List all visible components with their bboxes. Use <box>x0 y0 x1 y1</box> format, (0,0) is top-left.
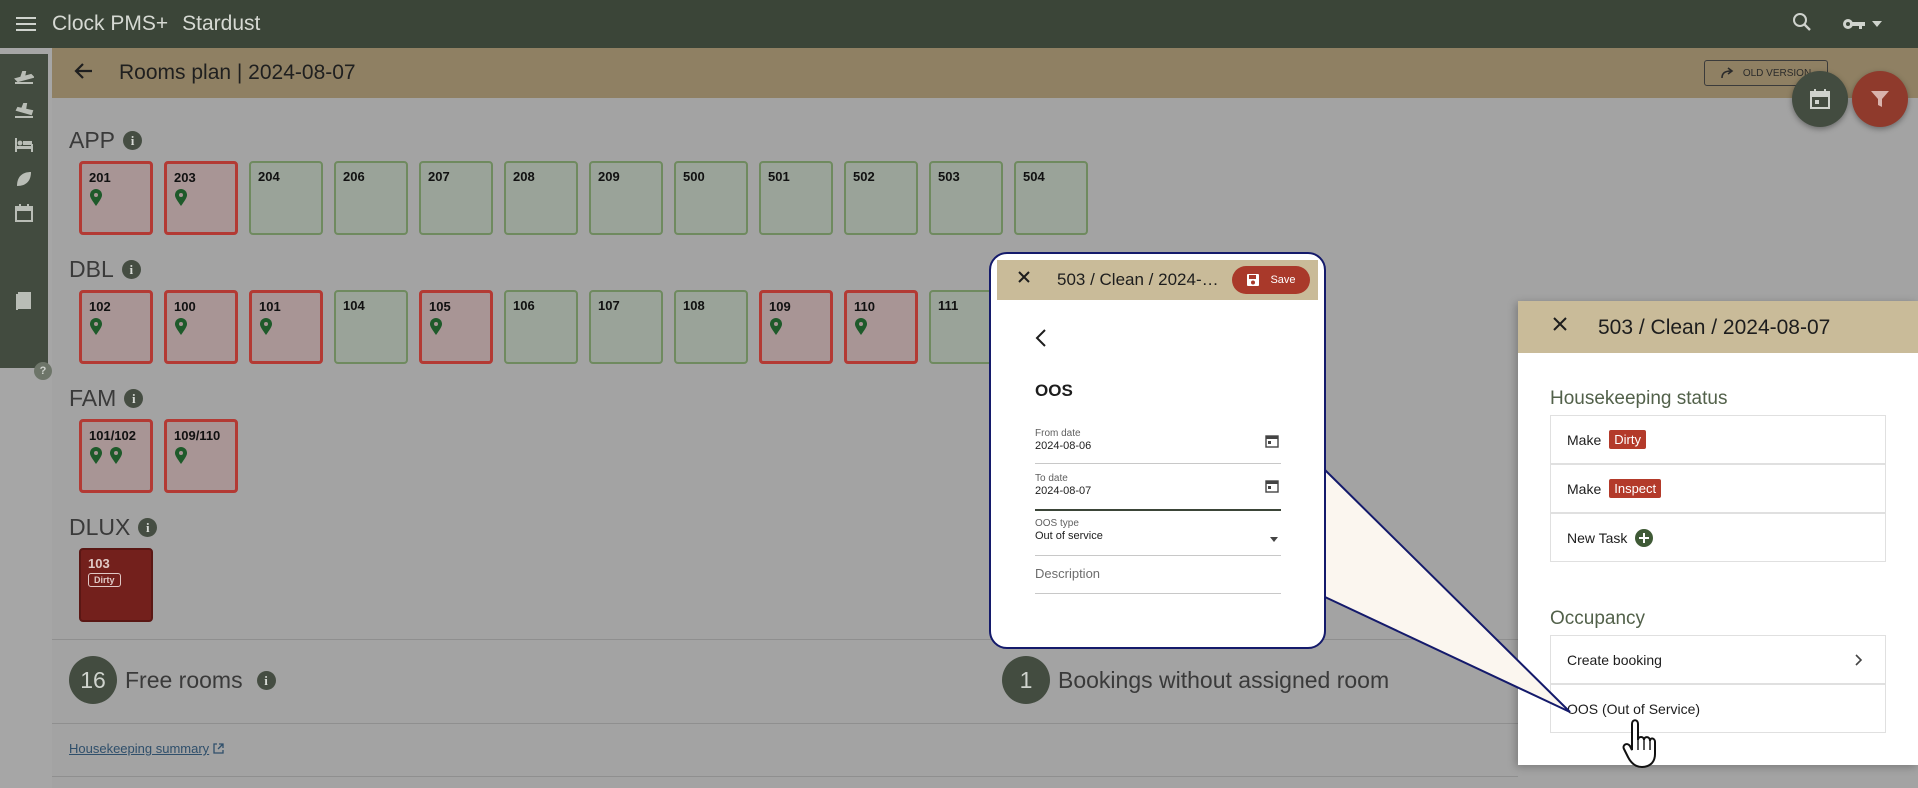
oos-type-value: Out of service <box>1035 530 1103 542</box>
from-date-label: From date <box>1035 428 1081 439</box>
to-date-field[interactable]: To date 2024-08-07 <box>1035 473 1281 511</box>
to-date-label: To date <box>1035 473 1068 484</box>
callout-pointer <box>1324 467 1571 713</box>
description-input[interactable]: Description <box>1035 566 1281 594</box>
save-label: Save <box>1270 274 1296 286</box>
popup-title: 503 / Clean / 2024-08-07 <box>1057 270 1219 289</box>
calendar-icon[interactable] <box>1265 434 1279 453</box>
hand-cursor-icon <box>1622 719 1656 769</box>
chevron-left-icon[interactable] <box>1035 329 1047 352</box>
close-icon[interactable] <box>1017 270 1031 289</box>
save-button[interactable]: Save <box>1232 266 1310 294</box>
dropdown-arrow-icon[interactable] <box>1269 530 1279 548</box>
oos-popup: 503 / Clean / 2024-08-07 Save OOS From d… <box>989 252 1326 649</box>
from-date-value: 2024-08-06 <box>1035 440 1092 452</box>
from-date-field[interactable]: From date 2024-08-06 <box>1035 428 1281 464</box>
popup-header: 503 / Clean / 2024-08-07 Save <box>997 260 1318 300</box>
oos-type-label: OOS type <box>1035 518 1079 529</box>
to-date-value: 2024-08-07 <box>1035 485 1092 497</box>
calendar-icon[interactable] <box>1265 479 1279 498</box>
popup-heading: OOS <box>1035 381 1073 400</box>
save-icon <box>1247 274 1260 286</box>
oos-type-select[interactable]: OOS type Out of service <box>1035 518 1281 556</box>
